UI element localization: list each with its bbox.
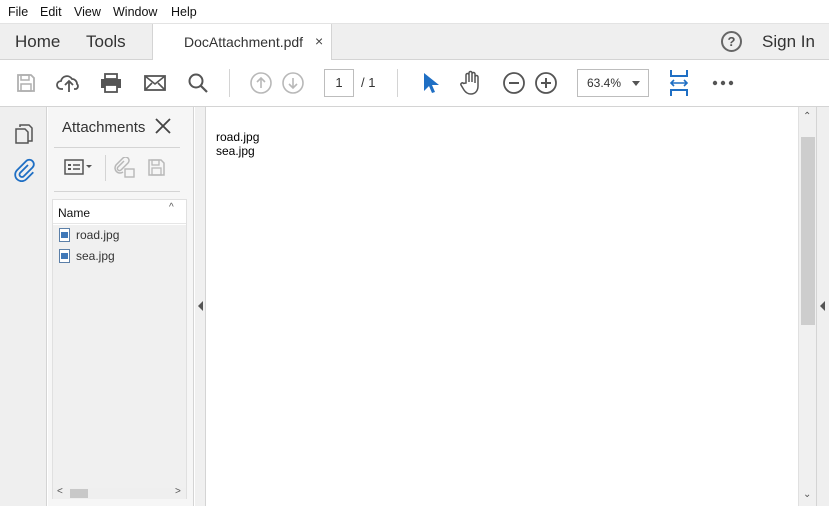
chevron-down-icon: [632, 81, 640, 86]
right-pane-strip[interactable]: [816, 107, 829, 506]
options-menu-icon[interactable]: [64, 157, 94, 182]
scrollbar-thumb[interactable]: [801, 137, 815, 325]
menu-window[interactable]: Window: [113, 5, 157, 19]
zoom-value: 63.4%: [587, 76, 622, 90]
menu-file[interactable]: File: [8, 5, 28, 19]
sign-in-button[interactable]: Sign In: [762, 32, 815, 52]
menu-bar: File Edit View Window Help: [0, 0, 829, 24]
expand-right-pane-icon[interactable]: [820, 301, 825, 311]
vertical-scrollbar[interactable]: ⌃ ⌄: [798, 107, 816, 506]
scroll-right-icon[interactable]: >: [175, 486, 181, 497]
toolbar: 1 / 1 63.4%: [0, 60, 829, 107]
select-arrow-icon[interactable]: [416, 70, 442, 96]
toolbar-separator: [229, 69, 230, 97]
list-item[interactable]: sea.jpg: [59, 247, 115, 265]
scroll-left-icon[interactable]: <: [57, 486, 63, 497]
sort-ascending-icon: ^: [169, 202, 174, 213]
search-icon[interactable]: [185, 70, 211, 96]
tab-home[interactable]: Home: [15, 32, 60, 52]
panel-divider: [54, 191, 180, 192]
save-attachment-icon[interactable]: [146, 157, 168, 184]
panel-collapse-strip[interactable]: [195, 107, 206, 506]
attachments-panel: Attachments Name ^ road.jpg sea.jpg < >: [48, 107, 194, 506]
help-icon[interactable]: ?: [721, 31, 742, 52]
column-header-name[interactable]: Name ^: [53, 200, 186, 224]
menu-edit[interactable]: Edit: [40, 5, 62, 19]
page-up-icon[interactable]: [248, 70, 274, 96]
horizontal-scrollbar[interactable]: < >: [53, 486, 186, 499]
list-item[interactable]: road.jpg: [59, 226, 119, 244]
tab-document[interactable]: DocAttachment.pdf ×: [152, 24, 332, 61]
zoom-select[interactable]: 63.4%: [577, 69, 649, 97]
document-view: road.jpg sea.jpg: [207, 107, 798, 506]
more-icon[interactable]: [710, 70, 736, 96]
tab-document-label: DocAttachment.pdf: [184, 34, 304, 50]
panel-tool-separator: [105, 155, 106, 181]
page-number-input[interactable]: 1: [324, 69, 354, 97]
page-total: / 1: [361, 75, 376, 90]
column-header-label: Name: [58, 206, 91, 220]
left-rail: [0, 107, 47, 506]
menu-help[interactable]: Help: [171, 5, 197, 19]
save-icon[interactable]: [13, 70, 39, 96]
print-icon[interactable]: [98, 70, 124, 96]
scrollbar-thumb[interactable]: [70, 489, 88, 498]
document-text-line: road.jpg: [216, 130, 260, 144]
pages-icon[interactable]: [12, 122, 36, 146]
toolbar-separator: [397, 69, 398, 97]
close-icon[interactable]: [154, 117, 172, 140]
scroll-up-icon[interactable]: ⌃: [803, 111, 811, 122]
attachments-title: Attachments: [62, 119, 146, 136]
zoom-in-icon[interactable]: [533, 70, 559, 96]
add-attachment-icon[interactable]: [112, 156, 136, 184]
image-file-icon: [59, 228, 70, 242]
upload-icon[interactable]: [56, 70, 82, 96]
hand-icon[interactable]: [458, 70, 484, 96]
menu-view[interactable]: View: [74, 5, 101, 19]
zoom-out-icon[interactable]: [501, 70, 527, 96]
scroll-down-icon[interactable]: ⌄: [803, 489, 811, 500]
collapse-left-icon[interactable]: [198, 301, 203, 311]
list-item-label: road.jpg: [76, 228, 120, 242]
attachment-icon[interactable]: [12, 158, 36, 182]
mail-icon[interactable]: [142, 70, 168, 96]
attachments-list: Name ^ road.jpg sea.jpg < >: [52, 199, 187, 499]
close-tab-icon[interactable]: ×: [315, 33, 323, 49]
page-down-icon[interactable]: [280, 70, 306, 96]
document-text-line: sea.jpg: [216, 144, 255, 158]
image-file-icon: [59, 249, 70, 263]
tab-bar: Home Tools DocAttachment.pdf × ? Sign In: [0, 24, 829, 61]
tab-tools[interactable]: Tools: [86, 32, 126, 52]
panel-divider: [54, 147, 180, 148]
list-item-label: sea.jpg: [76, 249, 115, 263]
fit-page-icon[interactable]: [666, 68, 692, 98]
